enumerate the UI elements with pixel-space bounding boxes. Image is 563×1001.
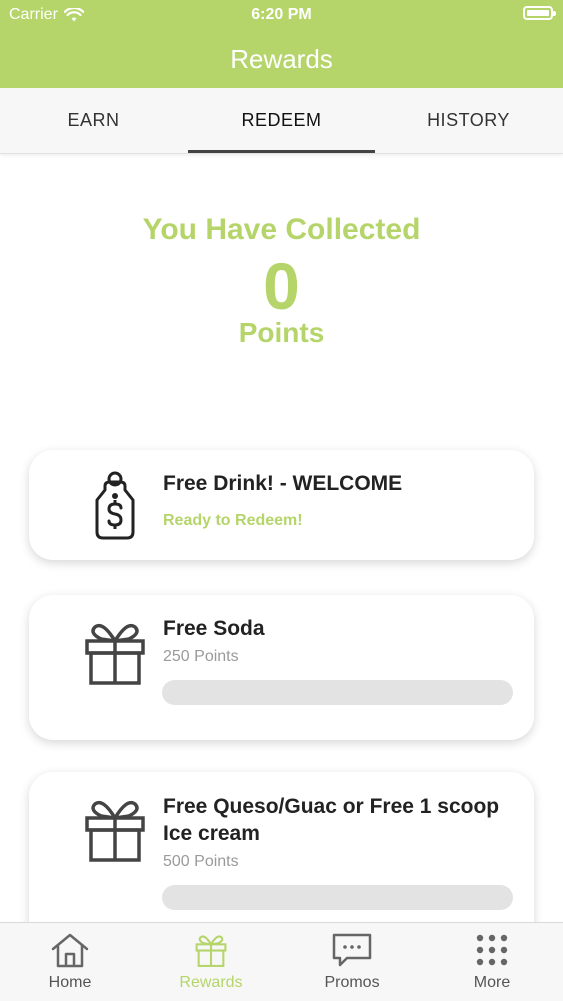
reward-status: Ready to Redeem! — [163, 512, 303, 529]
nav-bar: Rewards — [0, 30, 563, 88]
battery-icon — [523, 6, 556, 20]
gift-icon — [85, 623, 145, 685]
status-time: 6:20 PM — [251, 6, 312, 23]
tab-redeem[interactable]: REDEEM — [188, 88, 375, 153]
bottom-tab-label: Promos — [324, 974, 380, 991]
reward-card-free-queso[interactable]: Free Queso/Guac or Free 1 scoop Ice crea… — [29, 772, 534, 947]
tab-history[interactable]: HISTORY — [375, 88, 562, 153]
price-tag-dollar-icon — [95, 471, 135, 540]
home-icon — [51, 933, 89, 968]
tab-bar: EARN REDEEM HISTORY — [0, 88, 563, 154]
bottom-tab-home[interactable]: Home — [0, 923, 140, 1001]
reward-card-free-soda[interactable]: Free Soda 250 Points — [29, 595, 534, 740]
bottom-tab-bar: Home Rewards Promos More — [0, 922, 563, 1001]
gift-icon — [85, 800, 145, 862]
reward-card-free-drink[interactable]: Free Drink! - WELCOME Ready to Redeem! — [29, 450, 534, 560]
bottom-tab-promos[interactable]: Promos — [282, 923, 422, 1001]
page-title: Rewards — [230, 44, 333, 74]
bottom-tab-label: More — [473, 974, 511, 991]
collected-heading: You Have Collected — [142, 213, 421, 246]
points-value: 0 — [263, 249, 300, 323]
reward-progress-bar — [162, 885, 513, 910]
points-summary: You Have Collected 0 Points — [0, 213, 563, 349]
tab-earn[interactable]: EARN — [0, 88, 187, 153]
chat-bubble-icon — [332, 933, 372, 967]
reward-title: Free Soda — [163, 617, 265, 640]
reward-title: Free Drink! - WELCOME — [163, 472, 403, 495]
bottom-tab-rewards[interactable]: Rewards — [141, 923, 281, 1001]
bottom-tab-label: Rewards — [179, 974, 243, 991]
reward-title: Free Queso/Guac or Free 1 scoop Ice crea… — [163, 795, 500, 845]
reward-points: 500 Points — [163, 853, 239, 870]
reward-points: 250 Points — [163, 648, 239, 665]
gift-icon — [195, 935, 227, 967]
bottom-tab-label: Home — [48, 974, 92, 991]
grid-dots-icon — [476, 934, 508, 966]
bottom-tab-more[interactable]: More — [422, 923, 562, 1001]
status-bar: Carrier 6:20 PM — [0, 0, 563, 30]
reward-progress-bar — [162, 680, 513, 705]
points-unit: Points — [238, 317, 325, 348]
